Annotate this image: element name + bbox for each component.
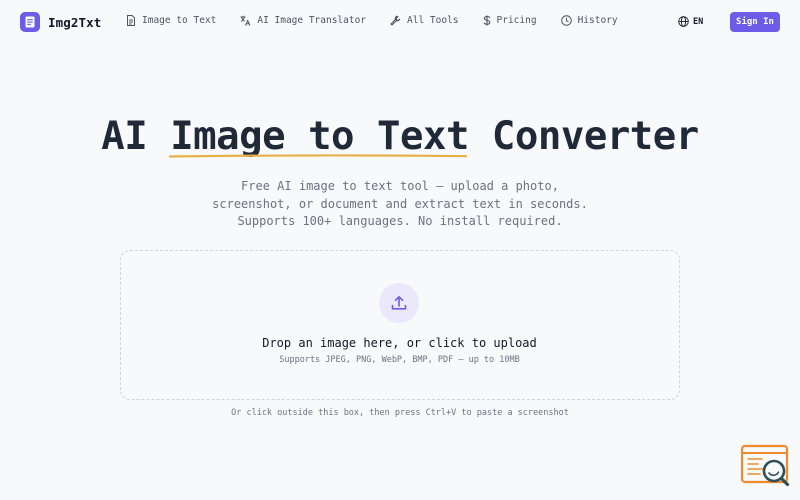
document-icon <box>127 15 135 26</box>
document-logo-icon <box>20 12 40 32</box>
nav-label: AI Image Translator <box>257 15 367 26</box>
upload-icon <box>391 296 407 310</box>
nav-label: All Tools <box>407 15 459 26</box>
hero-subtitle: Free AI image to text tool — upload a ph… <box>200 178 600 231</box>
nav-item-ai-image-translator[interactable]: AI Image Translator <box>240 15 366 26</box>
brand-name: Img2Txt <box>48 14 102 30</box>
nav-item-image-to-text[interactable]: Image to Text <box>126 15 216 26</box>
paste-hint: Or click outside this box, then press Ct… <box>231 408 569 418</box>
brand-link[interactable]: Img2Txt <box>20 12 101 32</box>
main-nav: Image to Text AI Image Translator All To… <box>126 15 642 26</box>
subtitle-line: screenshot, or document and extract text… <box>212 196 588 211</box>
browser-search-icon <box>740 444 790 487</box>
sign-in-button[interactable]: Sign In <box>730 12 780 32</box>
title-highlight: Image to Text <box>169 114 469 159</box>
dollar-icon <box>483 15 490 26</box>
title-suffix: Converter <box>491 114 699 159</box>
upload-title: Drop an image here, or click to upload <box>262 336 537 350</box>
globe-icon <box>678 16 689 27</box>
page-title: AI Image to Text Converter <box>0 114 800 159</box>
nav-item-all-tools[interactable]: All Tools <box>390 15 459 26</box>
nav-label: Image to Text <box>142 15 217 26</box>
nav-label: History <box>577 15 618 26</box>
upload-icon-circle <box>379 283 419 323</box>
nav-label: Pricing <box>496 15 537 26</box>
language-selector[interactable]: EN <box>678 16 703 27</box>
top-navbar: Img2Txt Image to Text AI Image Translato… <box>0 0 800 44</box>
nav-item-pricing[interactable]: Pricing <box>483 15 537 26</box>
subtitle-line: Free AI image to text tool — upload a ph… <box>241 179 559 193</box>
clock-icon <box>560 15 572 26</box>
translate-icon <box>240 15 251 26</box>
highlight-underline <box>169 154 468 158</box>
upload-dropzone[interactable]: Drop an image here, or click to upload S… <box>120 250 680 400</box>
wrench-icon <box>390 15 401 26</box>
upload-formats: Supports JPEG, PNG, WebP, BMP, PDF — up … <box>279 355 520 365</box>
title-prefix: AI <box>101 114 148 159</box>
floating-search-widget[interactable] <box>740 444 792 490</box>
language-code: EN <box>693 16 704 27</box>
nav-item-history[interactable]: History <box>560 15 618 26</box>
subtitle-line: Supports 100+ languages. No install requ… <box>237 214 563 228</box>
